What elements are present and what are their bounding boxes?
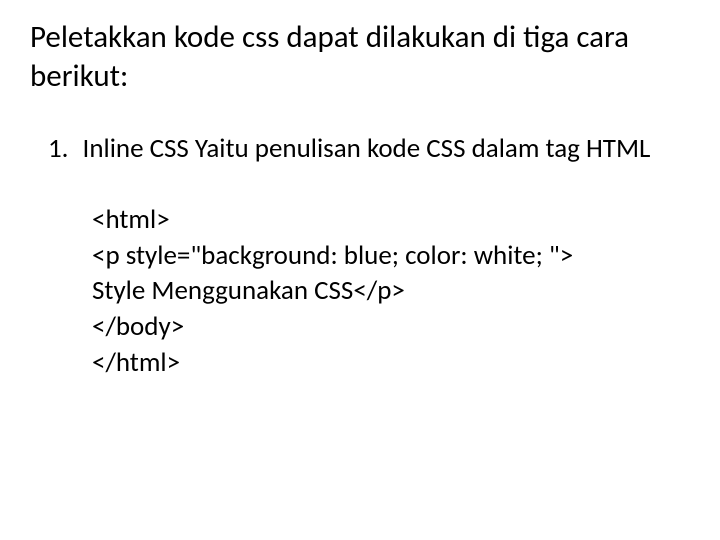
code-line: <html> xyxy=(92,202,690,238)
ordered-list: 1. Inline CSS Yaitu penulisan kode CSS d… xyxy=(30,132,690,167)
page-title: Peletakkan kode css dapat dilakukan di t… xyxy=(30,18,690,96)
list-item: 1. Inline CSS Yaitu penulisan kode CSS d… xyxy=(48,132,690,167)
code-line: <p style="background: blue; color: white… xyxy=(92,238,690,274)
list-text: Inline CSS Yaitu penulisan kode CSS dala… xyxy=(83,132,690,167)
code-block: <html> <p style="background: blue; color… xyxy=(30,202,690,380)
code-line: </html> xyxy=(92,345,690,381)
code-line: </body> xyxy=(92,309,690,345)
list-number: 1. xyxy=(48,132,69,167)
code-line: Style Menggunakan CSS</p> xyxy=(92,273,690,309)
